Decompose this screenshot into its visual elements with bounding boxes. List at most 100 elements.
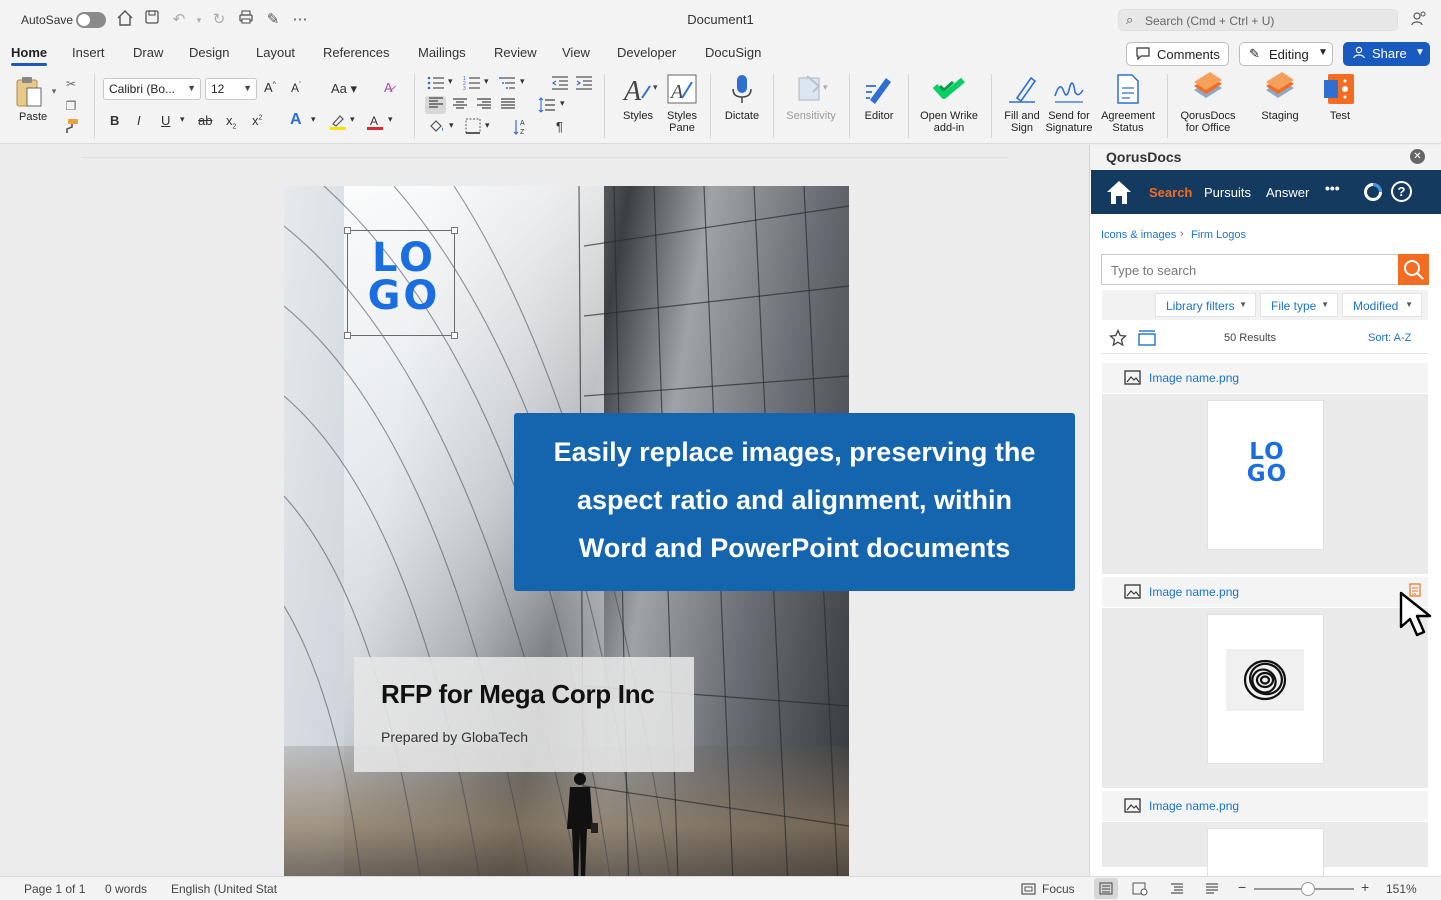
- font-size-select[interactable]: 12 ▼: [205, 78, 257, 100]
- font-color-dropdown-icon[interactable]: ▾: [388, 114, 393, 125]
- underline-dropdown-icon[interactable]: ▾: [180, 114, 185, 125]
- qorus-logo-icon[interactable]: [1363, 182, 1383, 202]
- underline-icon[interactable]: U: [161, 113, 170, 128]
- send-for-signature-button[interactable]: Send for Signature: [1044, 72, 1094, 134]
- dictate-button[interactable]: Dictate: [720, 72, 764, 122]
- title-block[interactable]: RFP for Mega Corp Inc Prepared by GlobaT…: [354, 657, 694, 772]
- undo-icon[interactable]: ↶: [168, 9, 190, 31]
- logo-image-selection[interactable]: LO GO: [344, 227, 458, 339]
- draft-view-icon[interactable]: [1205, 882, 1219, 895]
- subscript-icon[interactable]: x2: [226, 113, 236, 131]
- page-count[interactable]: Page 1 of 1: [24, 882, 85, 896]
- open-wrike-button[interactable]: Open Wrike add-in: [915, 72, 983, 134]
- tab-mailings[interactable]: Mailings: [418, 45, 466, 60]
- tab-references[interactable]: References: [323, 45, 389, 60]
- close-icon[interactable]: ✕: [1410, 149, 1425, 164]
- bold-icon[interactable]: B: [110, 113, 119, 128]
- format-painter-icon[interactable]: [63, 118, 79, 134]
- highlight-dropdown-icon[interactable]: ▾: [350, 114, 355, 125]
- zoom-slider-handle[interactable]: [1301, 882, 1315, 896]
- result-item-header[interactable]: Image name.png: [1102, 791, 1428, 821]
- tab-design[interactable]: Design: [189, 45, 229, 60]
- numbering-icon[interactable]: 123: [463, 75, 481, 92]
- copy-icon[interactable]: ❐: [63, 98, 79, 114]
- share-people-icon[interactable]: [1410, 10, 1430, 30]
- outline-view-icon[interactable]: [1170, 882, 1184, 895]
- home-icon[interactable]: [1105, 179, 1133, 205]
- focus-mode-button[interactable]: Focus: [1042, 882, 1075, 896]
- superscript-icon[interactable]: x2: [252, 113, 262, 128]
- tab-docusign[interactable]: DocuSign: [705, 45, 761, 60]
- sensitivity-button[interactable]: ▾ Sensitivity: [782, 72, 840, 122]
- text-effects-dropdown-icon[interactable]: ▾: [311, 114, 316, 125]
- web-layout-icon[interactable]: [1132, 882, 1148, 896]
- increase-indent-icon[interactable]: [575, 75, 593, 91]
- autosave-toggle[interactable]: [76, 12, 106, 28]
- print-icon[interactable]: [235, 9, 257, 31]
- tab-home[interactable]: Home: [11, 45, 48, 66]
- qorusdocs-for-office-button[interactable]: QorusDocs for Office: [1176, 72, 1240, 134]
- align-right-icon[interactable]: [475, 97, 493, 113]
- borders-dropdown-icon[interactable]: ▾: [485, 120, 490, 131]
- resize-handle[interactable]: [451, 332, 458, 339]
- bullets-icon[interactable]: [427, 75, 445, 91]
- shading-dropdown-icon[interactable]: ▾: [449, 120, 454, 131]
- panel-search-input[interactable]: Type to search: [1101, 254, 1398, 285]
- nav-search[interactable]: Search: [1149, 185, 1192, 200]
- clear-formatting-icon[interactable]: A̷: [384, 80, 393, 95]
- line-spacing-dropdown-icon[interactable]: ▾: [560, 98, 565, 109]
- tab-insert[interactable]: Insert: [72, 45, 105, 60]
- resize-handle[interactable]: [344, 227, 351, 234]
- nav-answer[interactable]: Answer: [1266, 185, 1309, 200]
- language-indicator[interactable]: English (United Stat: [171, 882, 277, 896]
- editor-button[interactable]: Editor: [858, 72, 900, 122]
- borders-icon[interactable]: [464, 118, 482, 134]
- highlight-icon[interactable]: [329, 113, 347, 131]
- result-item-preview[interactable]: [1102, 822, 1428, 876]
- tab-developer[interactable]: Developer: [617, 45, 676, 60]
- text-effects-icon[interactable]: A: [290, 111, 302, 129]
- library-filters-dropdown[interactable]: Library filters ▼: [1155, 293, 1256, 317]
- home-icon[interactable]: [114, 9, 136, 31]
- justify-icon[interactable]: [499, 97, 517, 113]
- breadcrumb-firm-logos[interactable]: Firm Logos: [1191, 229, 1246, 241]
- file-type-dropdown[interactable]: File type ▼: [1260, 293, 1338, 317]
- image-thumbnail[interactable]: [1207, 614, 1324, 764]
- zoom-level[interactable]: 151%: [1386, 882, 1417, 896]
- resize-handle[interactable]: [451, 227, 458, 234]
- sort-dropdown[interactable]: Sort: A-Z: [1368, 332, 1411, 344]
- font-name-select[interactable]: Calibri (Bo... ▼: [103, 78, 201, 100]
- shading-icon[interactable]: [428, 118, 446, 134]
- result-item-preview[interactable]: LO GO: [1102, 394, 1428, 574]
- multilevel-list-icon[interactable]: [499, 75, 517, 91]
- tab-layout[interactable]: Layout: [256, 45, 295, 60]
- more-commands-icon[interactable]: ⋯: [289, 9, 311, 31]
- test-button[interactable]: Test: [1318, 72, 1362, 122]
- tab-review[interactable]: Review: [494, 45, 537, 60]
- word-count[interactable]: 0 words: [105, 882, 147, 896]
- decrease-indent-icon[interactable]: [551, 75, 569, 91]
- numbering-dropdown-icon[interactable]: ▾: [484, 76, 489, 87]
- image-thumbnail[interactable]: [1207, 828, 1324, 876]
- change-case-icon[interactable]: Aa ▾: [331, 81, 357, 97]
- panel-search-button[interactable]: [1398, 254, 1429, 285]
- sort-icon[interactable]: AZ: [513, 118, 531, 136]
- font-color-icon[interactable]: A: [366, 113, 384, 131]
- tab-draw[interactable]: Draw: [133, 45, 163, 60]
- focus-icon[interactable]: [1021, 883, 1036, 895]
- shrink-font-icon[interactable]: Aˇ: [291, 81, 301, 95]
- result-item-header[interactable]: Image name.png: [1102, 577, 1428, 607]
- fill-and-sign-button[interactable]: Fill and Sign: [1000, 72, 1044, 134]
- draw-pen-icon[interactable]: ✎: [262, 9, 284, 31]
- result-item-preview[interactable]: [1102, 608, 1428, 788]
- align-center-icon[interactable]: [451, 97, 469, 113]
- styles-button[interactable]: A ▾ Styles: [614, 72, 662, 122]
- redo-icon[interactable]: ↻: [208, 9, 230, 31]
- editing-mode-button[interactable]: ✎ Editing ▼: [1239, 42, 1333, 66]
- star-icon[interactable]: [1109, 329, 1127, 347]
- resize-handle[interactable]: [344, 332, 351, 339]
- image-thumbnail[interactable]: LO GO: [1207, 400, 1324, 550]
- tab-view[interactable]: View: [562, 45, 590, 60]
- nav-pursuits[interactable]: Pursuits: [1204, 185, 1251, 200]
- italic-icon[interactable]: I: [137, 113, 141, 128]
